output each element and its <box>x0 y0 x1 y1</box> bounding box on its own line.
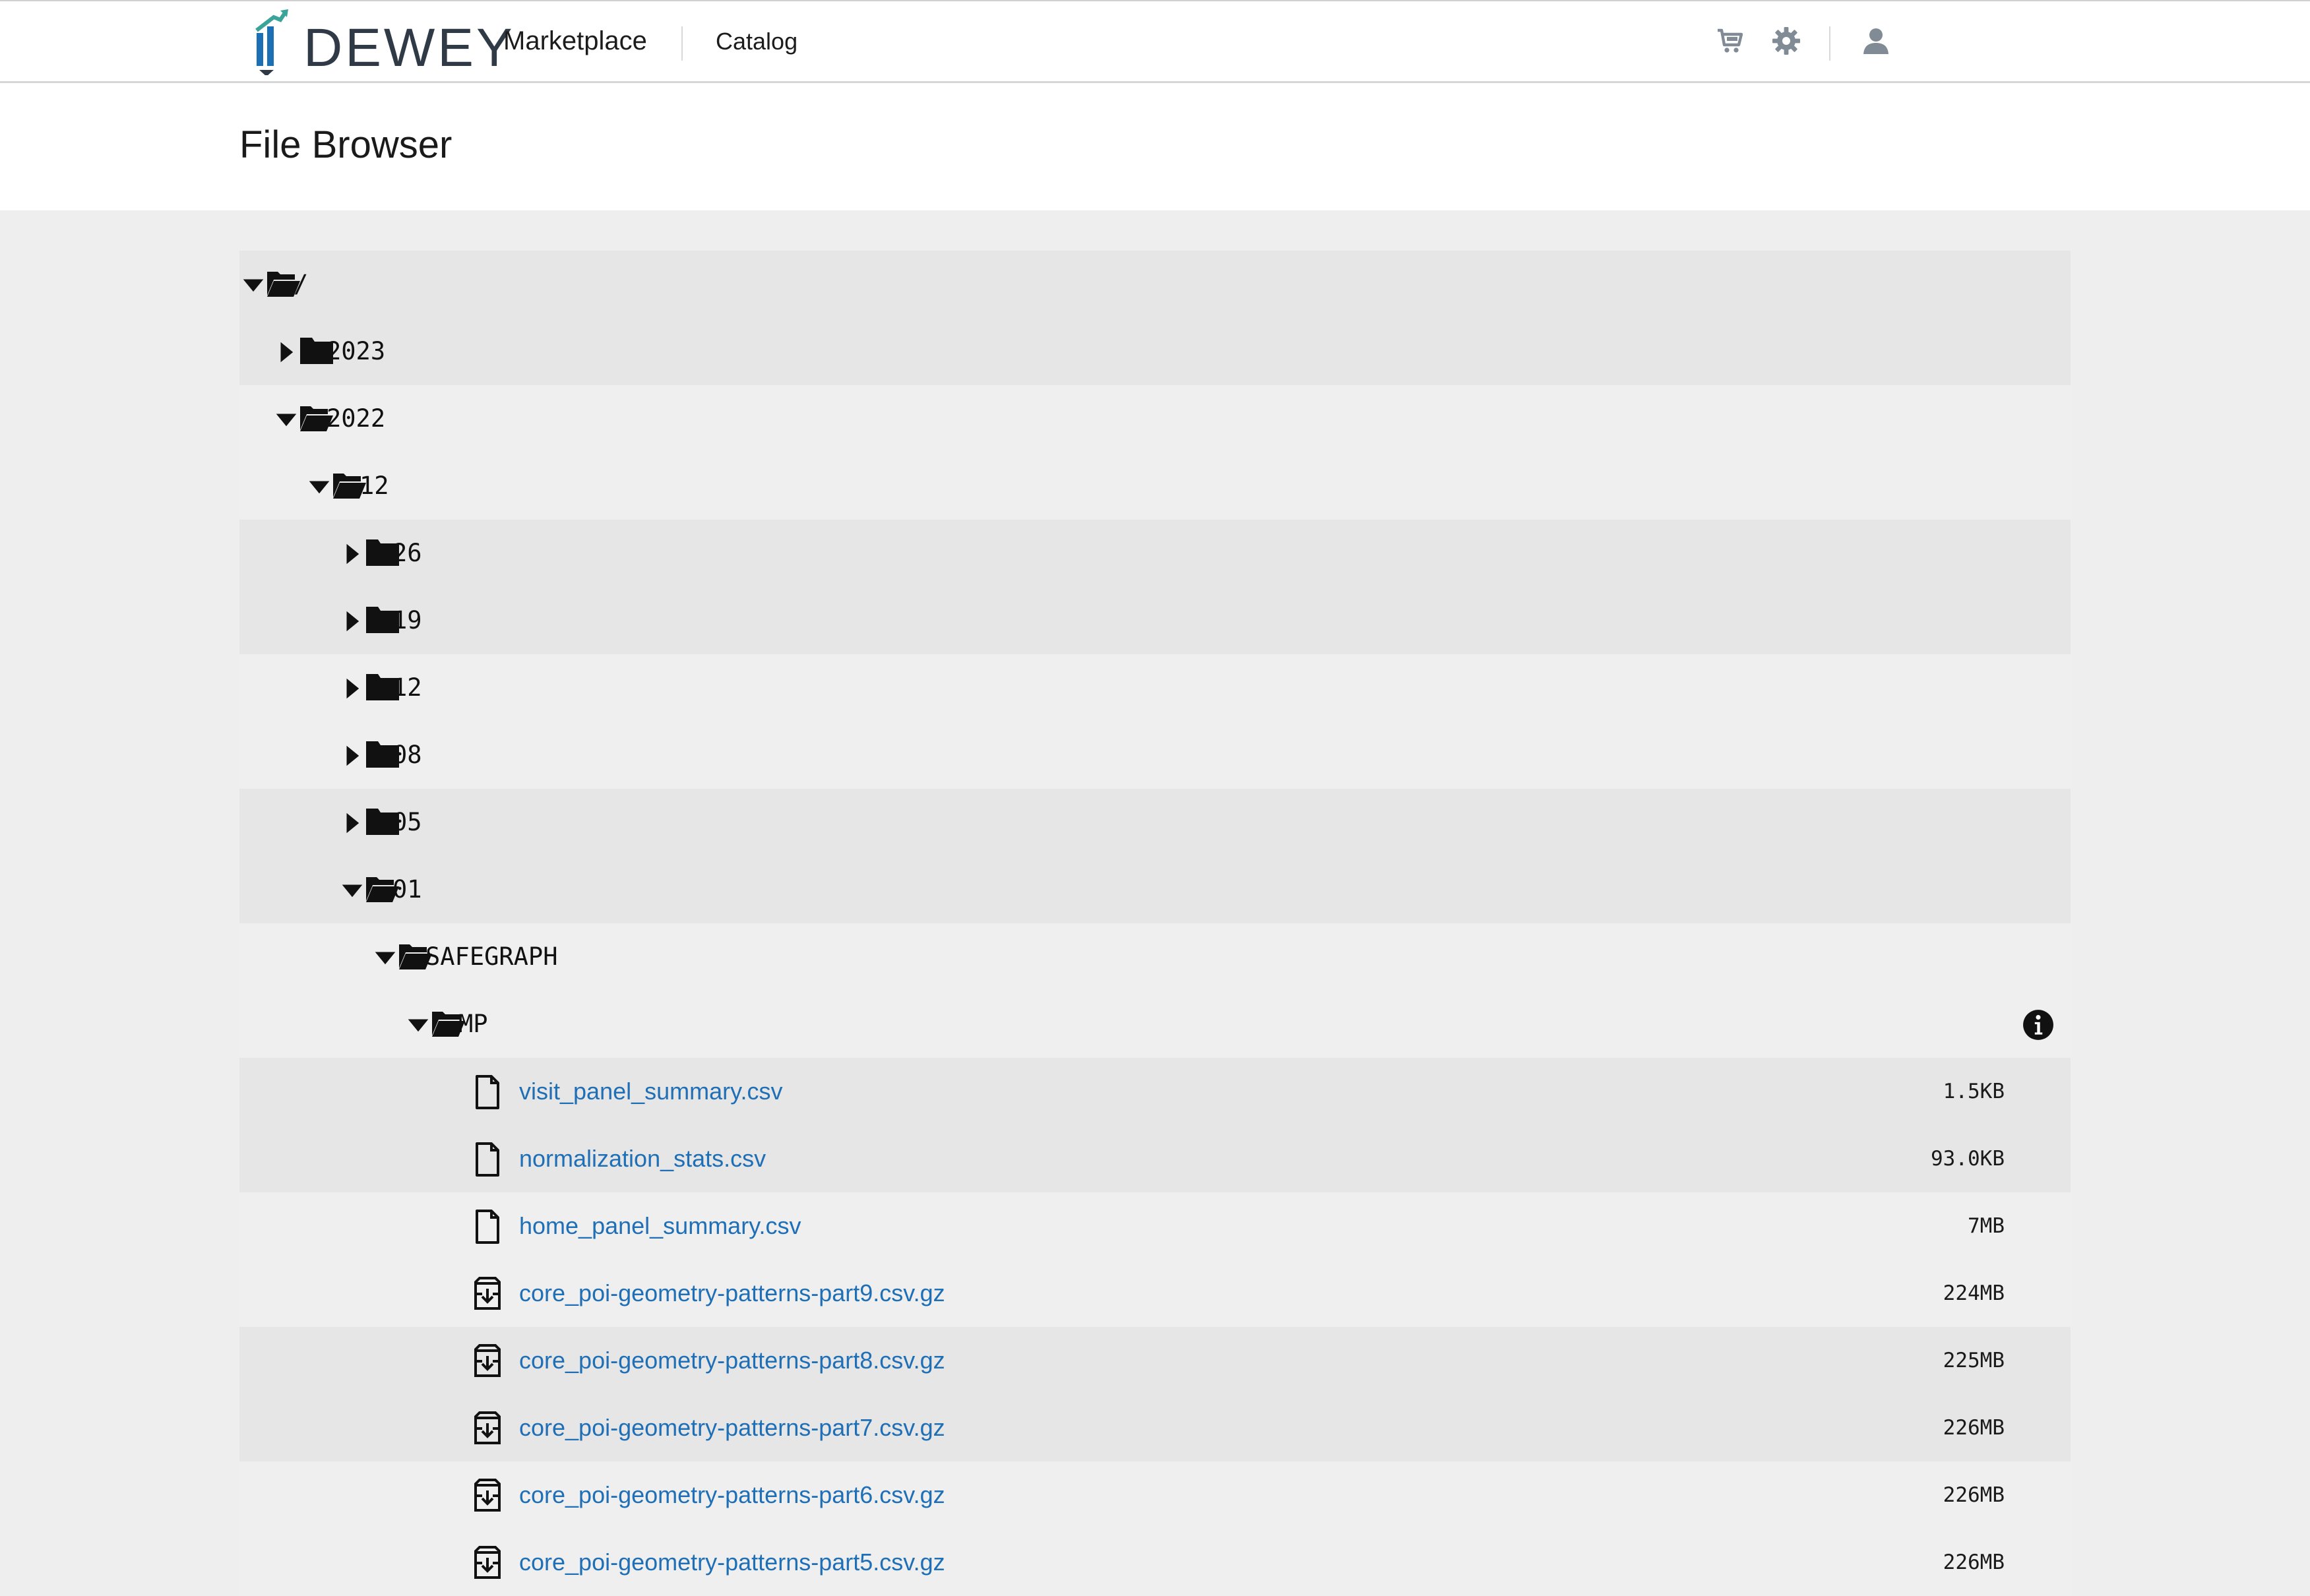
marketplace-label[interactable]: Marketplace <box>503 26 647 56</box>
file-row[interactable]: visit_panel_summary.csv 1.5KB <box>239 1058 2071 1125</box>
logo-text: DEWEY <box>303 18 515 78</box>
folder-name[interactable]: / <box>294 271 308 297</box>
file-link[interactable]: core_poi-geometry-patterns-part7.csv.gz <box>519 1415 945 1441</box>
caret-down-icon[interactable] <box>275 408 297 431</box>
folder-row[interactable]: 2023 <box>239 318 2071 385</box>
folder-row[interactable]: 12 <box>239 654 2071 721</box>
caret-right-icon[interactable] <box>341 812 363 834</box>
folder-row[interactable]: MP <box>239 991 2071 1058</box>
user-icon[interactable] <box>1860 25 1892 57</box>
file-row[interactable]: home_panel_summary.csv 7MB <box>239 1192 2071 1260</box>
file-size: 226MB <box>1943 1483 2005 1507</box>
folder-row[interactable]: 2022 <box>239 385 2071 452</box>
archive-download-icon <box>474 1479 501 1512</box>
file-link[interactable]: visit_panel_summary.csv <box>519 1078 782 1105</box>
archive-download-icon <box>474 1411 501 1444</box>
nav-catalog-link[interactable]: Catalog <box>716 28 797 55</box>
caret-down-icon[interactable] <box>242 274 265 296</box>
file-link[interactable]: normalization_stats.csv <box>519 1146 766 1172</box>
folder-name[interactable]: 05 <box>392 809 422 836</box>
folder-name[interactable]: 12 <box>392 675 422 701</box>
nav-divider <box>681 26 683 61</box>
folder-row[interactable]: 01 <box>239 856 2071 923</box>
dewey-logo[interactable]: DEWEY <box>254 9 513 75</box>
folder-row[interactable]: 08 <box>239 721 2071 789</box>
file-tree: / 2023 2022 12 26 19 12 08 05 01 SAFEGRAPH MP visit_… <box>239 251 2071 1596</box>
top-navbar: DEWEY Marketplace Catalog <box>0 0 2310 83</box>
nav-divider <box>1829 26 1830 61</box>
folder-name[interactable]: 2023 <box>327 338 385 365</box>
archive-download-icon <box>474 1344 501 1377</box>
file-link[interactable]: home_panel_summary.csv <box>519 1213 801 1239</box>
folder-name[interactable]: MP <box>458 1011 488 1037</box>
file-link[interactable]: core_poi-geometry-patterns-part6.csv.gz <box>519 1482 945 1508</box>
folder-row[interactable]: 26 <box>239 520 2071 587</box>
folder-row[interactable]: 05 <box>239 789 2071 856</box>
folder-name[interactable]: 2022 <box>327 406 385 432</box>
page-title: File Browser <box>239 123 453 166</box>
folder-row[interactable]: 19 <box>239 587 2071 654</box>
file-link[interactable]: core_poi-geometry-patterns-part8.csv.gz <box>519 1347 945 1374</box>
file-row[interactable]: core_poi-geometry-patterns-part9.csv.gz 2… <box>239 1260 2071 1327</box>
file-row[interactable]: core_poi-geometry-patterns-part8.csv.gz 2… <box>239 1327 2071 1394</box>
document-icon <box>476 1210 499 1244</box>
caret-right-icon[interactable] <box>341 610 363 632</box>
file-size: 226MB <box>1943 1550 2005 1574</box>
file-size: 224MB <box>1943 1281 2005 1305</box>
file-row[interactable]: core_poi-geometry-patterns-part6.csv.gz 2… <box>239 1461 2071 1529</box>
caret-down-icon[interactable] <box>341 879 363 902</box>
folder-row[interactable]: 12 <box>239 452 2071 520</box>
gear-icon[interactable] <box>1770 25 1802 57</box>
archive-download-icon <box>474 1277 501 1310</box>
file-size: 7MB <box>1968 1214 2005 1238</box>
folder-row[interactable]: SAFEGRAPH <box>239 923 2071 991</box>
dewey-logo-mark-icon <box>255 9 288 75</box>
file-link[interactable]: core_poi-geometry-patterns-part5.csv.gz <box>519 1549 945 1576</box>
file-size: 225MB <box>1943 1349 2005 1372</box>
cart-icon[interactable] <box>1715 25 1747 57</box>
document-icon <box>476 1075 499 1109</box>
file-size: 226MB <box>1943 1416 2005 1440</box>
document-icon <box>476 1142 499 1177</box>
caret-down-icon[interactable] <box>308 476 330 498</box>
info-icon[interactable] <box>2022 1008 2055 1041</box>
caret-right-icon[interactable] <box>341 745 363 767</box>
folder-name[interactable]: 26 <box>392 540 422 567</box>
caret-right-icon[interactable] <box>341 543 363 565</box>
page-title-band: File Browser <box>0 83 2310 210</box>
archive-download-icon <box>474 1546 501 1579</box>
folder-name[interactable]: 01 <box>392 876 422 903</box>
caret-down-icon[interactable] <box>407 1014 429 1036</box>
folder-name[interactable]: 08 <box>392 742 422 768</box>
caret-right-icon[interactable] <box>275 341 297 363</box>
file-row[interactable]: core_poi-geometry-patterns-part5.csv.gz 2… <box>239 1529 2071 1596</box>
file-size: 1.5KB <box>1943 1080 2005 1103</box>
caret-right-icon[interactable] <box>341 677 363 700</box>
folder-row[interactable]: / <box>239 251 2071 318</box>
file-row[interactable]: normalization_stats.csv 93.0KB <box>239 1125 2071 1192</box>
file-link[interactable]: core_poi-geometry-patterns-part9.csv.gz <box>519 1280 945 1306</box>
folder-name[interactable]: SAFEGRAPH <box>425 944 557 970</box>
folder-name[interactable]: 12 <box>359 473 389 499</box>
caret-down-icon[interactable] <box>374 946 396 969</box>
file-size: 93.0KB <box>1931 1147 2005 1171</box>
folder-name[interactable]: 19 <box>392 607 422 634</box>
file-row[interactable]: core_poi-geometry-patterns-part7.csv.gz 2… <box>239 1394 2071 1461</box>
